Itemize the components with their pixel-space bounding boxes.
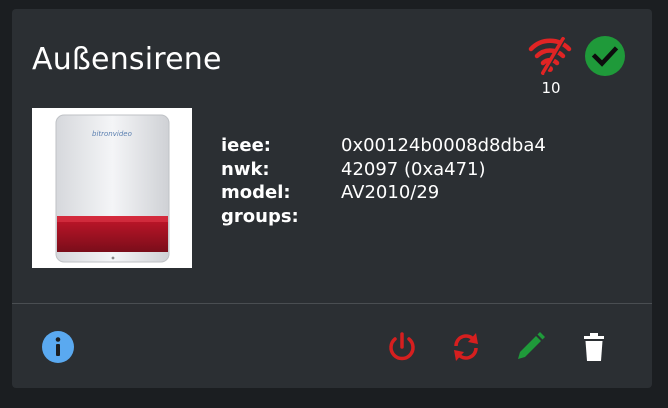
field-value: AV2010/29 <box>341 182 440 203</box>
pencil-icon <box>518 332 545 359</box>
info-row-model: model: AV2010/29 <box>221 182 546 206</box>
device-photo: bitronvideo <box>32 108 192 268</box>
power-icon <box>389 332 415 361</box>
field-label: model: <box>221 182 291 203</box>
field-value: 0x00124b0008d8dba4 <box>341 135 546 156</box>
trash-icon <box>584 333 604 361</box>
device-info: ieee: 0x00124b0008d8dba4 nwk: 42097 (0xa… <box>221 135 546 229</box>
link-quality-value: 10 <box>541 79 561 97</box>
info-icon <box>42 331 74 363</box>
edit-button[interactable] <box>512 329 548 365</box>
field-label: ieee: <box>221 135 271 156</box>
status-area: 10 <box>527 33 627 103</box>
device-card: Außensirene 10 bitronvideo ieee: 0x00124… <box>12 9 652 388</box>
info-row-groups: groups: <box>221 206 546 230</box>
refresh-button[interactable] <box>448 329 484 365</box>
device-name: Außensirene <box>32 42 222 77</box>
siren-brand-text: bitronvideo <box>92 130 132 138</box>
power-button[interactable] <box>384 329 420 365</box>
check-circle-icon <box>585 36 625 76</box>
info-row-ieee: ieee: 0x00124b0008d8dba4 <box>221 135 546 159</box>
field-label: nwk: <box>221 158 270 180</box>
field-label: groups: <box>221 205 299 227</box>
wifi-signal-icon <box>528 37 572 75</box>
info-button[interactable] <box>40 329 76 365</box>
siren-image: bitronvideo <box>55 114 170 263</box>
refresh-icon <box>454 333 478 361</box>
divider <box>12 303 652 304</box>
field-value: 42097 (0xa471) <box>341 158 486 180</box>
info-row-nwk: nwk: 42097 (0xa471) <box>221 159 546 183</box>
delete-button[interactable] <box>576 329 612 365</box>
